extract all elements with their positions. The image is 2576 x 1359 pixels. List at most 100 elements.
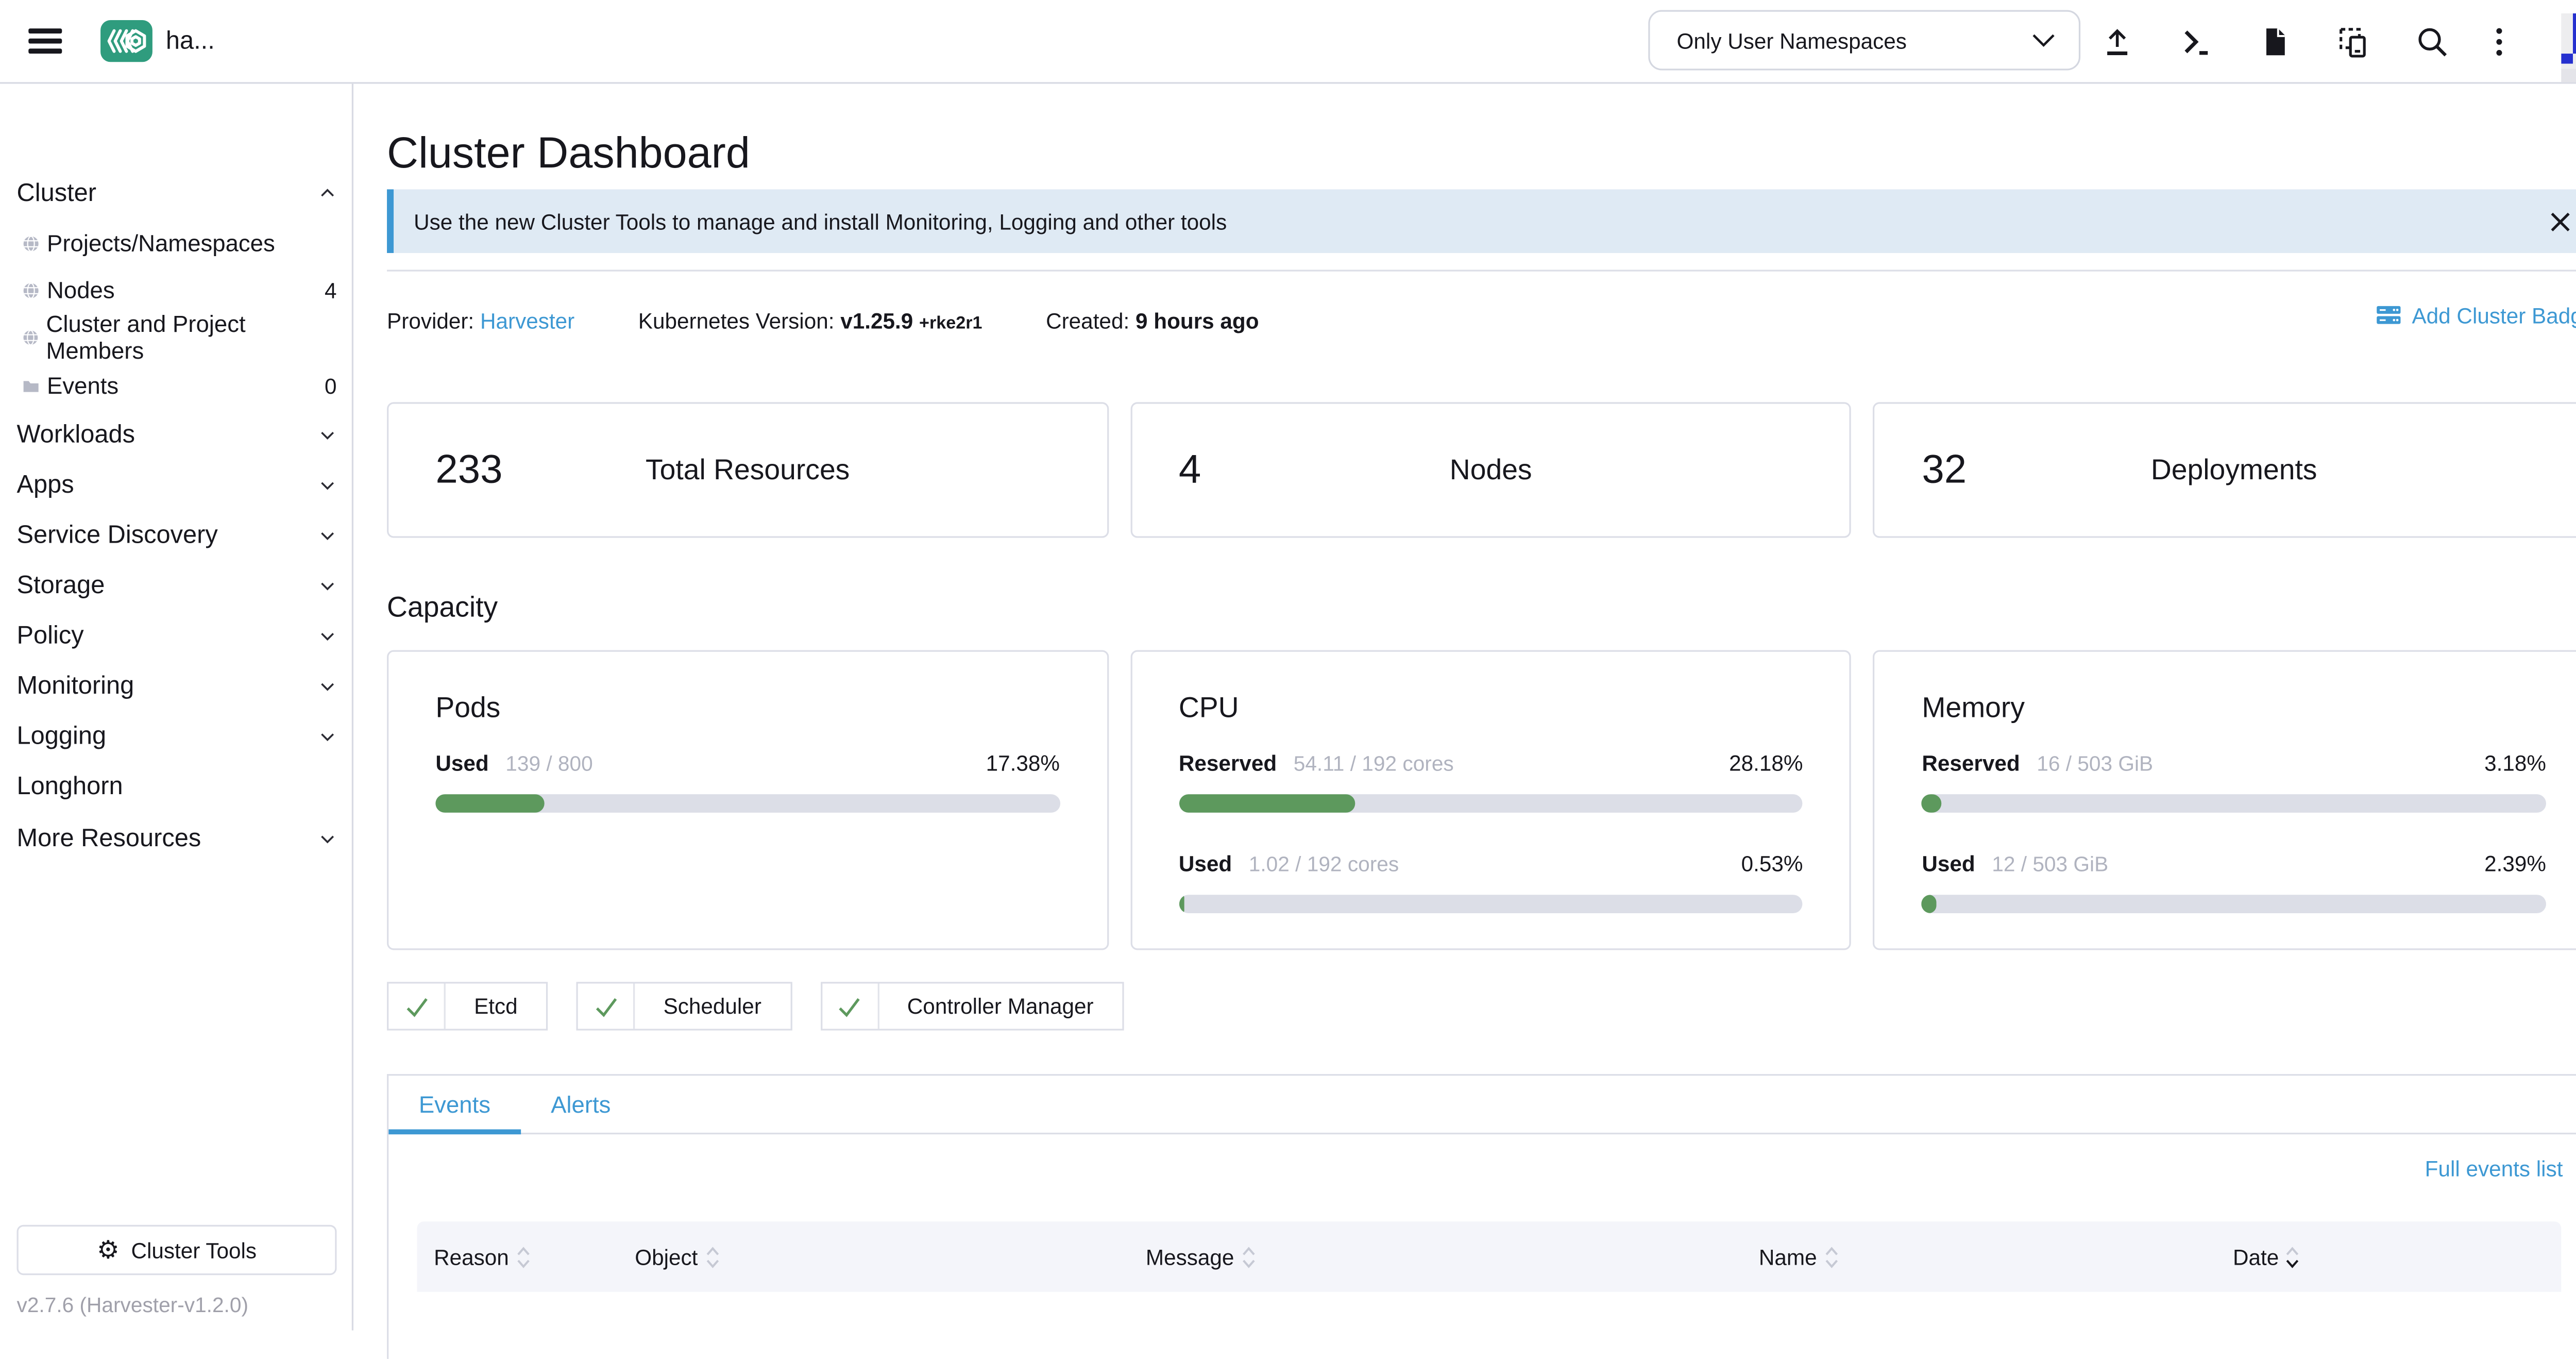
kubectl-shell-icon[interactable] — [2179, 24, 2213, 58]
column-header-name[interactable]: Name — [1759, 1221, 1839, 1292]
sort-icon — [1824, 1244, 1839, 1269]
cpu-used-row: Used 1.02 / 192 cores 0.53% — [1179, 851, 1803, 877]
memory-capacity-card: Memory Reserved 16 / 503 GiB 3.18% Used … — [1873, 650, 2576, 950]
column-header-reason[interactable]: Reason — [434, 1221, 531, 1292]
cpu-used-progressbar — [1179, 895, 1803, 913]
chevron-down-icon — [318, 425, 337, 443]
header-actions — [2100, 0, 2504, 82]
cpu-reserved-progressbar — [1179, 794, 1803, 813]
controller-manager-status: Controller Manager — [820, 982, 1124, 1030]
cpu-capacity-card: CPU Reserved 54.11 / 192 cores 28.18% Us… — [1130, 650, 1852, 950]
check-icon — [822, 984, 879, 1029]
column-header-date[interactable]: Date — [2233, 1221, 2301, 1292]
user-avatar[interactable] — [2561, 13, 2576, 69]
download-kubeconfig-icon[interactable] — [2258, 24, 2292, 58]
memory-reserved-row: Reserved 16 / 503 GiB 3.18% — [1922, 751, 2546, 776]
globe-icon — [22, 328, 39, 346]
provider-link[interactable]: Harvester — [480, 308, 574, 333]
scheduler-status: Scheduler — [576, 982, 791, 1030]
sidebar-section-longhorn[interactable]: Longhorn — [0, 764, 353, 808]
copy-kubeconfig-icon[interactable] — [2337, 24, 2370, 58]
chevron-down-icon — [318, 676, 337, 695]
sidebar-section-policy[interactable]: Policy — [0, 613, 353, 657]
sidebar-section-apps[interactable]: Apps — [0, 462, 353, 506]
sidebar: Cluster Projects/Namespaces — [0, 84, 353, 1331]
chevron-up-icon — [318, 183, 337, 202]
chevron-down-icon — [318, 576, 337, 594]
version-label: v2.7.6 (Harvester-v1.2.0) — [17, 1294, 248, 1317]
events-count-badge: 0 — [325, 373, 337, 398]
total-resources-card[interactable]: 233 Total Resources — [387, 402, 1108, 538]
sidebar-section-workloads[interactable]: Workloads — [0, 412, 353, 456]
hamburger-menu-icon[interactable] — [28, 28, 62, 54]
sort-icon — [516, 1244, 531, 1269]
events-panel: Events Alerts Full events list Reason Ob… — [387, 1074, 2576, 1359]
sidebar-section-cluster[interactable]: Cluster — [0, 171, 353, 215]
kubernetes-version-field: Kubernetes Version: v1.25.9 +rke2r1 — [638, 308, 982, 333]
sidebar-section-service-discovery[interactable]: Service Discovery — [0, 513, 353, 557]
nodes-card[interactable]: 4 Nodes — [1130, 402, 1852, 538]
created-field: Created: 9 hours ago — [1046, 308, 1259, 333]
namespace-filter-value: Only User Namespaces — [1677, 28, 1907, 53]
check-icon — [578, 984, 635, 1029]
globe-icon — [22, 234, 40, 253]
sidebar-item-nodes[interactable]: Nodes 4 — [0, 268, 353, 312]
memory-used-row: Used 12 / 503 GiB 2.39% — [1922, 851, 2546, 877]
harvester-logo[interactable] — [100, 20, 152, 62]
sidebar-section-storage[interactable]: Storage — [0, 563, 353, 607]
import-yaml-icon[interactable] — [2100, 24, 2134, 58]
provider-field: Provider: Harvester — [387, 308, 574, 333]
top-bar: ha... Only User Namespaces — [0, 0, 2576, 84]
pods-used-row: Used 139 / 800 17.38% — [435, 751, 1060, 776]
sidebar-section-monitoring[interactable]: Monitoring — [0, 664, 353, 708]
deployments-card[interactable]: 32 Deployments — [1873, 402, 2576, 538]
memory-used-progressbar — [1922, 895, 2546, 913]
page-title: Cluster Dashboard — [387, 127, 750, 179]
cluster-tools-button[interactable]: ⚙ Cluster Tools — [17, 1225, 337, 1276]
sort-icon — [1241, 1244, 1256, 1269]
events-tabs: Events Alerts — [388, 1076, 2576, 1134]
memory-reserved-progressbar — [1922, 794, 2546, 813]
gear-icon: ⚙ — [97, 1237, 120, 1263]
column-header-message[interactable]: Message — [1146, 1221, 1256, 1292]
check-icon — [388, 984, 446, 1029]
full-events-list-link[interactable]: Full events list — [2425, 1156, 2563, 1181]
sidebar-section-logging[interactable]: Logging — [0, 714, 353, 758]
chevron-down-icon — [318, 626, 337, 644]
sidebar-item-events[interactable]: Events 0 — [0, 364, 353, 408]
chevron-down-icon — [318, 475, 337, 494]
banner-text: Use the new Cluster Tools to manage and … — [414, 209, 1227, 234]
sort-icon-descending — [2285, 1244, 2300, 1269]
kebab-menu-icon[interactable] — [2494, 24, 2504, 58]
divider — [387, 270, 2576, 271]
add-cluster-badge-link[interactable]: Add Cluster Badge — [2375, 301, 2576, 328]
badge-icon — [2375, 301, 2402, 328]
cluster-meta-row: Provider: Harvester Kubernetes Version: … — [387, 301, 2576, 332]
sidebar-item-projects-namespaces[interactable]: Projects/Namespaces — [0, 221, 353, 265]
scrollbar-corner — [2561, 69, 2576, 82]
chevron-down-icon — [2032, 32, 2056, 47]
chevron-down-icon — [318, 726, 337, 745]
capacity-heading: Capacity — [387, 592, 498, 625]
search-icon[interactable] — [2415, 24, 2449, 58]
globe-icon — [22, 281, 40, 299]
nodes-count-badge: 4 — [325, 277, 337, 303]
folder-icon — [22, 376, 40, 395]
component-status-row: Etcd Scheduler Controller Manager — [387, 982, 1124, 1030]
events-table-header: Reason Object Message — [417, 1221, 2562, 1292]
harvester-logo-icon — [104, 24, 149, 59]
tab-events[interactable]: Events — [388, 1076, 520, 1133]
sidebar-item-cluster-and-project-members[interactable]: Cluster and Project Members — [0, 315, 353, 359]
pods-capacity-card: Pods Used 139 / 800 17.38% — [387, 650, 1108, 950]
column-header-object[interactable]: Object — [635, 1221, 719, 1292]
chevron-down-icon — [318, 525, 337, 544]
chevron-down-icon — [318, 829, 337, 847]
close-icon[interactable] — [2549, 210, 2571, 232]
cpu-reserved-row: Reserved 54.11 / 192 cores 28.18% — [1179, 751, 1803, 776]
sidebar-section-more-resources[interactable]: More Resources — [0, 816, 353, 860]
main-content: Cluster Dashboard Use the new Cluster To… — [355, 84, 2576, 1331]
namespace-filter-select[interactable]: Only User Namespaces — [1648, 10, 2080, 71]
tab-alerts[interactable]: Alerts — [521, 1076, 641, 1133]
info-banner: Use the new Cluster Tools to manage and … — [387, 189, 2576, 253]
app-window: ha... Only User Namespaces — [0, 0, 2576, 1331]
